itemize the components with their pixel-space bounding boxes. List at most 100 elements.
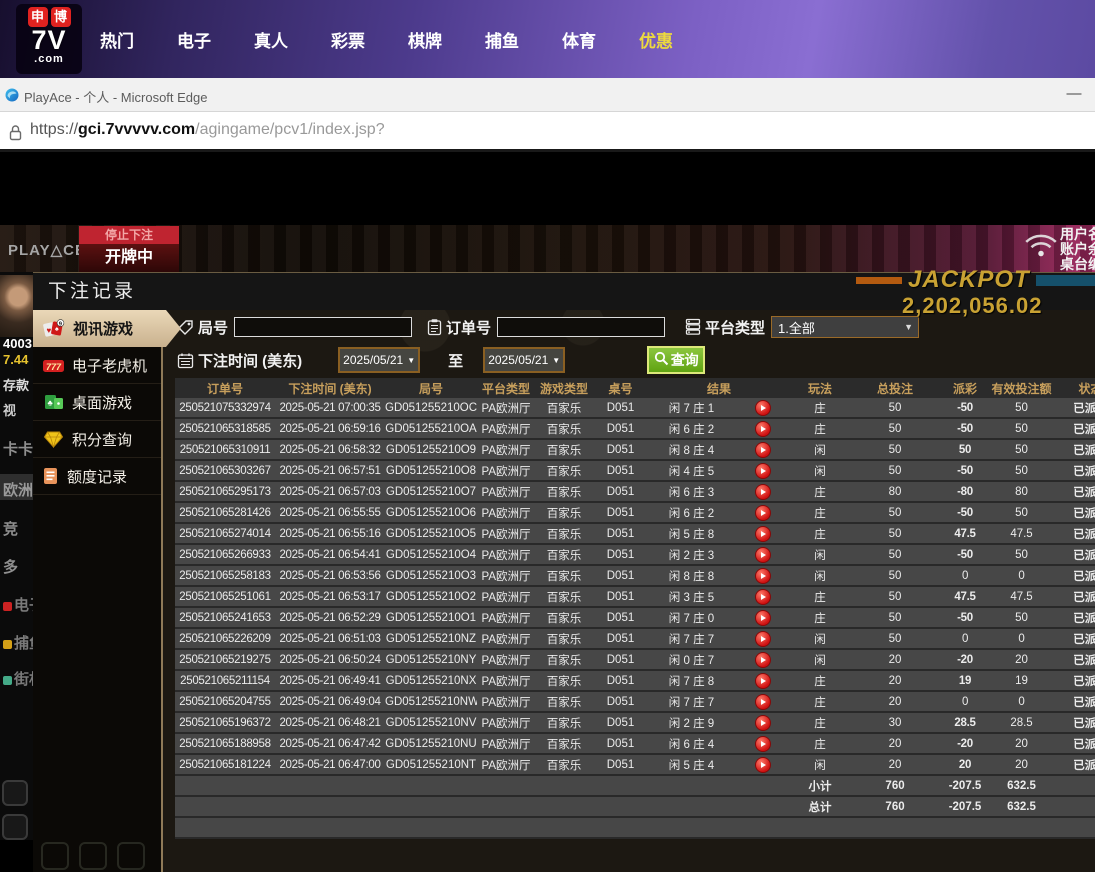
logo-badge-right: 博 <box>51 7 71 27</box>
replay-icon[interactable] <box>755 400 771 416</box>
cell: GD051255210NV <box>385 712 477 733</box>
nav-item-6[interactable]: 捕鱼 <box>485 27 519 52</box>
status-cell: 已派彩 <box>1053 398 1095 418</box>
bet-time-cell: 2025-05-21 06:47:00 <box>275 754 385 775</box>
site-logo[interactable]: 申 博 7V .com <box>16 4 82 74</box>
cell: 百家乐 <box>535 733 593 754</box>
nav-item-2[interactable]: 电子 <box>177 27 211 52</box>
column-header: 平台类型 <box>477 378 535 398</box>
sidebar-item-label: 额度记录 <box>67 466 127 487</box>
nav-item-8[interactable]: 优惠 <box>639 27 673 52</box>
round-input[interactable] <box>234 317 412 337</box>
replay-icon[interactable] <box>755 547 771 563</box>
cell: PA欧洲厅 <box>477 544 535 565</box>
cell: D051 <box>593 502 648 523</box>
status-cell: 已派彩 <box>1053 523 1095 544</box>
replay-cell <box>735 544 790 565</box>
replay-icon[interactable] <box>755 505 771 521</box>
table-row: 2505210652669332025-05-21 06:54:41GD0512… <box>175 544 1095 565</box>
cell: 80 <box>850 481 940 502</box>
nav-item-7[interactable]: 体育 <box>562 27 596 52</box>
cell: PA欧洲厅 <box>477 460 535 481</box>
table-status-panel: 停止下注 开牌中 <box>79 226 179 272</box>
cell: 百家乐 <box>535 628 593 649</box>
cell: 百家乐 <box>535 398 593 418</box>
cell: 20 <box>850 754 940 775</box>
total-row: 总计760-207.5632.5 <box>175 796 1095 817</box>
order-no-cell: 250521065219275 <box>175 649 275 670</box>
subtotal-row-value: 632.5 <box>990 775 1053 796</box>
cell: PA欧洲厅 <box>477 628 535 649</box>
search-button[interactable]: 查询 <box>647 346 705 374</box>
cell: 闲 2 庄 3 <box>648 544 735 565</box>
nav-item-3[interactable]: 真人 <box>254 27 288 52</box>
casino-background: PLAY△CE 停止下注 开牌中 用户名账户余桌台编 <box>0 225 1095 272</box>
platform-label: 平台类型 <box>705 317 765 338</box>
search-button-label: 查询 <box>671 350 699 370</box>
cell: 百家乐 <box>535 418 593 439</box>
browser-urlbar[interactable]: https://gci.7vvvvv.com/agingame/pcv1/ind… <box>0 112 1095 152</box>
playace-logo: PLAY△CE <box>8 241 86 259</box>
replay-icon[interactable] <box>755 736 771 752</box>
sidebar-item-slots[interactable]: 777电子老虎机 <box>33 347 161 384</box>
replay-cell <box>735 649 790 670</box>
cell: D051 <box>593 460 648 481</box>
window-title: PlayAce - 个人 - Microsoft Edge <box>24 87 208 106</box>
status-cell: 已派彩 <box>1053 712 1095 733</box>
date-from-picker[interactable]: 2025/05/21 ▼ <box>338 347 420 373</box>
replay-icon[interactable] <box>755 484 771 500</box>
cell: 闲 6 庄 2 <box>648 418 735 439</box>
replay-icon[interactable] <box>755 673 771 689</box>
cell: 50 <box>990 502 1053 523</box>
replay-icon[interactable] <box>755 631 771 647</box>
replay-icon[interactable] <box>755 421 771 437</box>
status-cell: 已派彩 <box>1053 502 1095 523</box>
replay-icon[interactable] <box>755 757 771 773</box>
payout-cell: -50 <box>940 398 990 418</box>
empty-cell <box>1053 796 1095 817</box>
replay-icon[interactable] <box>755 652 771 668</box>
platform-select[interactable]: 1.全部 ▼ <box>771 316 919 338</box>
sidebar-item-cards[interactable]: ♥♠9视讯游戏 <box>33 310 181 347</box>
order-no-cell: 250521065266933 <box>175 544 275 565</box>
cell: 闲 5 庄 8 <box>648 523 735 544</box>
replay-icon[interactable] <box>755 526 771 542</box>
background-menu-fragment: 卡卡 <box>3 438 33 459</box>
bet-time-cell: 2025-05-21 06:55:16 <box>275 523 385 544</box>
cell: PA欧洲厅 <box>477 733 535 754</box>
svg-text:777: 777 <box>46 362 62 372</box>
sidebar-item-table-games[interactable]: ♣桌面游戏 <box>33 384 161 421</box>
table-row: 2505210652814262025-05-21 06:55:55GD0512… <box>175 502 1095 523</box>
cell: D051 <box>593 418 648 439</box>
replay-icon[interactable] <box>755 463 771 479</box>
wifi-icon <box>1022 230 1060 263</box>
cell: 闲 7 庄 1 <box>648 398 735 418</box>
cell: 庄 <box>790 502 850 523</box>
nav-item-4[interactable]: 彩票 <box>331 27 365 52</box>
replay-icon[interactable] <box>755 442 771 458</box>
background-menu-fragment: 4003 <box>3 336 32 351</box>
sidebar-item-points[interactable]: 积分查询 <box>33 421 161 458</box>
date-to-picker[interactable]: 2025/05/21 ▼ <box>483 347 565 373</box>
nav-item-1[interactable]: 热门 <box>100 27 134 52</box>
order-input[interactable] <box>497 317 665 337</box>
empty-cell <box>175 775 790 796</box>
nav-item-5[interactable]: 棋牌 <box>408 27 442 52</box>
replay-icon[interactable] <box>755 694 771 710</box>
table-row: 2505210652581832025-05-21 06:53:56GD0512… <box>175 565 1095 586</box>
replay-icon[interactable] <box>755 589 771 605</box>
order-no-cell: 250521065295173 <box>175 481 275 502</box>
replay-icon[interactable] <box>755 568 771 584</box>
sidebar-item-records[interactable]: 额度记录 <box>33 458 161 495</box>
cell: 庄 <box>790 481 850 502</box>
logo-text: 7V <box>31 27 66 53</box>
column-header: 结果 <box>648 378 790 398</box>
replay-icon[interactable] <box>755 610 771 626</box>
bet-records-modal: 下注记录 ♥♠9视讯游戏777电子老虎机♣桌面游戏积分查询额度记录 局号 订单号… <box>33 272 1095 872</box>
replay-icon[interactable] <box>755 715 771 731</box>
replay-cell <box>735 628 790 649</box>
cell: 百家乐 <box>535 460 593 481</box>
cell: 50 <box>990 544 1053 565</box>
minimize-button[interactable]: — <box>1061 82 1087 108</box>
table-row: 2505210651812242025-05-21 06:47:00GD0512… <box>175 754 1095 775</box>
